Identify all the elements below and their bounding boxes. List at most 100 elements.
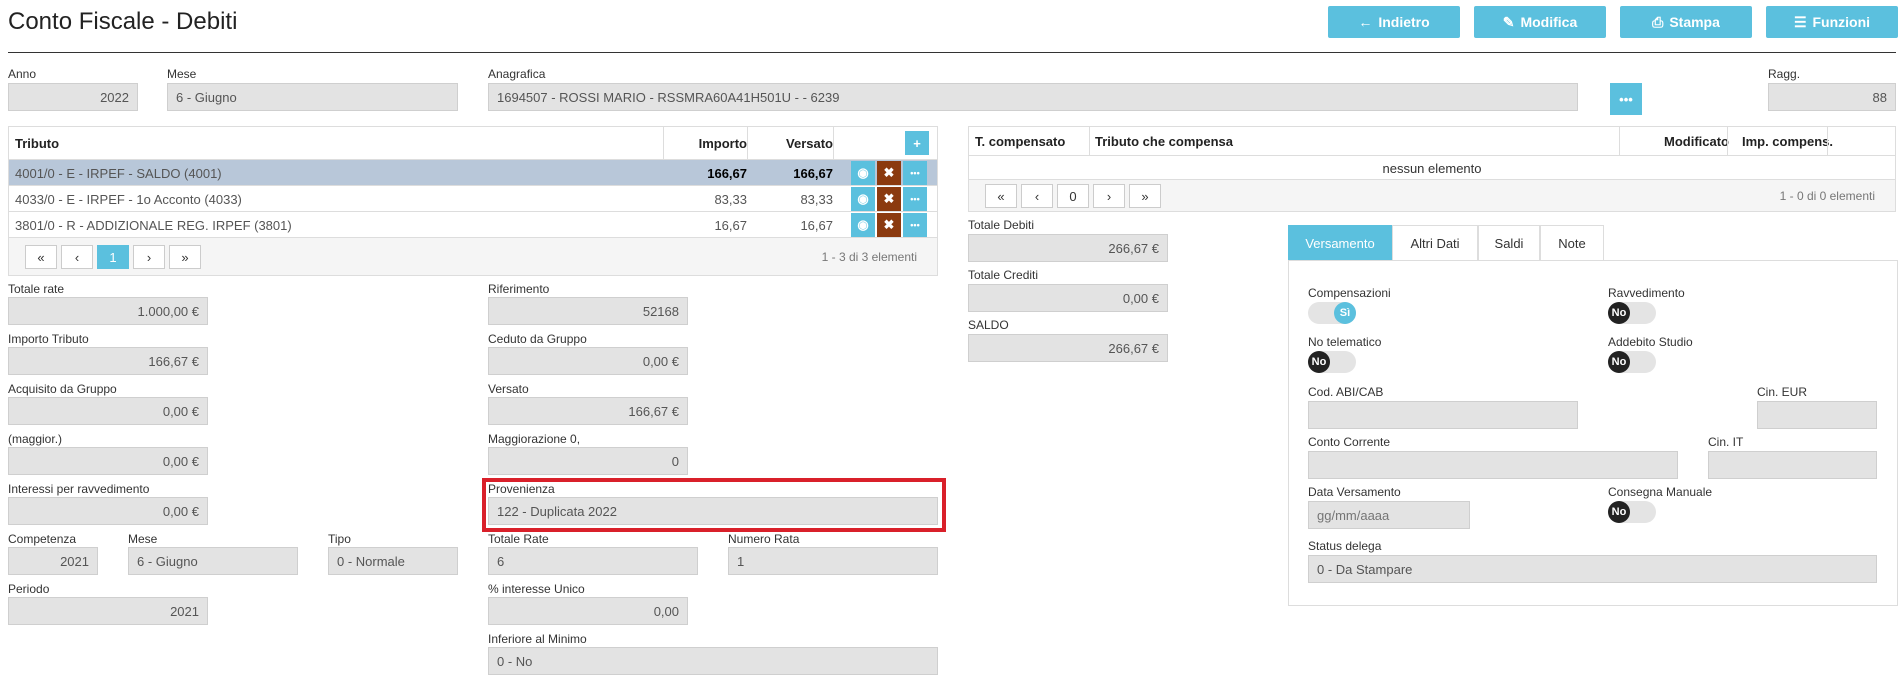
provenienza-label: Provenienza — [488, 482, 555, 496]
table-pager: « ‹ 0 › » 1 - 0 di 0 elementi — [969, 179, 1895, 211]
delete-button[interactable]: ✖ — [877, 187, 901, 211]
col-importo: Importo — [698, 135, 747, 151]
totale-debiti-label: Totale Debiti — [968, 218, 1035, 232]
close-icon: ✖ — [883, 217, 895, 232]
edit-button[interactable]: ✎ Modifica — [1474, 6, 1606, 38]
abi-label: Cod. ABI/CAB — [1308, 385, 1384, 399]
table-row[interactable]: 3801/0 - R - ADDIZIONALE REG. IRPEF (380… — [9, 211, 937, 237]
inferiore-field[interactable]: 0 - No — [488, 647, 938, 675]
cell-versato: 166,67 — [793, 165, 833, 181]
pager-last[interactable]: » — [1129, 184, 1161, 208]
pager-page[interactable]: 1 — [97, 245, 129, 269]
add-tributo-button[interactable]: + — [905, 131, 929, 155]
conto-label: Conto Corrente — [1308, 435, 1391, 449]
saldo-field[interactable]: 266,67 € — [968, 334, 1168, 362]
toggle-knob: No — [1608, 302, 1630, 324]
pager-first[interactable]: « — [985, 184, 1017, 208]
cin-it-field[interactable] — [1708, 451, 1877, 479]
functions-button[interactable]: ☰ Funzioni — [1766, 6, 1898, 38]
more-button[interactable]: ••• — [903, 213, 927, 237]
riferimento-field[interactable]: 52168 — [488, 297, 688, 325]
anagrafica-field[interactable]: 1694507 - ROSSI MARIO - RSSMRA60A41H501U… — [488, 83, 1578, 111]
status-delega-label: Status delega — [1308, 539, 1382, 553]
col-divider — [1619, 127, 1620, 155]
toggle-knob: No — [1608, 501, 1630, 523]
abi-field[interactable] — [1308, 401, 1578, 429]
compensazioni-toggle[interactable]: Sì — [1308, 302, 1356, 324]
more-button[interactable]: ••• — [903, 187, 927, 211]
pager-next[interactable]: › — [1093, 184, 1125, 208]
ravvedimento-toggle[interactable]: No — [1608, 302, 1656, 324]
conto-field[interactable] — [1308, 451, 1678, 479]
cell-versato: 83,33 — [800, 191, 833, 207]
compensazioni-label: Compensazioni — [1308, 286, 1391, 300]
delete-button[interactable]: ✖ — [877, 213, 901, 237]
toggle-knob: No — [1308, 351, 1330, 373]
tab-versamento[interactable]: Versamento — [1288, 225, 1392, 261]
table-row[interactable]: 4033/0 - E - IRPEF - 1o Acconto (4033) 8… — [9, 185, 937, 211]
numero-rata-field[interactable]: 1 — [728, 547, 938, 575]
anno-field[interactable]: 2022 — [8, 83, 138, 111]
data-versamento-input[interactable] — [1308, 501, 1470, 529]
ravvedimento-label: Ravvedimento — [1608, 286, 1685, 300]
pager-first[interactable]: « — [25, 245, 57, 269]
ragg-field[interactable]: 88 — [1768, 83, 1896, 111]
pager-page[interactable]: 0 — [1057, 184, 1089, 208]
totale-rate2-field[interactable]: 6 — [488, 547, 698, 575]
table-row[interactable]: 4001/0 - E - IRPEF - SALDO (4001) 166,67… — [9, 159, 937, 185]
anagrafica-more-button[interactable]: ••• — [1610, 83, 1642, 115]
view-button[interactable]: ◉ — [851, 187, 875, 211]
more-button[interactable]: ••• — [903, 161, 927, 185]
interesse-unico-field[interactable]: 0,00 — [488, 597, 688, 625]
provenienza-field[interactable]: 122 - Duplicata 2022 — [488, 497, 938, 525]
competenza-field[interactable]: 2021 — [8, 547, 98, 575]
eye-icon: ◉ — [857, 191, 869, 206]
view-button[interactable]: ◉ — [851, 161, 875, 185]
pager-next[interactable]: › — [133, 245, 165, 269]
pager-last[interactable]: » — [169, 245, 201, 269]
status-delega-field[interactable]: 0 - Da Stampare — [1308, 555, 1877, 583]
delete-button[interactable]: ✖ — [877, 161, 901, 185]
periodo-field[interactable]: 2021 — [8, 597, 208, 625]
consegna-toggle[interactable]: No — [1608, 501, 1656, 523]
maggior-field[interactable]: 0,00 € — [8, 447, 208, 475]
pager-prev[interactable]: ‹ — [61, 245, 93, 269]
cin-eur-field[interactable] — [1757, 401, 1877, 429]
acquisito-field[interactable]: 0,00 € — [8, 397, 208, 425]
mese2-label: Mese — [128, 532, 158, 546]
empty-row: nessun elemento — [969, 155, 1895, 179]
importo-tributo-field[interactable]: 166,67 € — [8, 347, 208, 375]
competenza-label: Competenza — [8, 532, 77, 546]
close-icon: ✖ — [883, 165, 895, 180]
totale-debiti-field[interactable]: 266,67 € — [968, 234, 1168, 262]
mese-field[interactable]: 6 - Giugno — [167, 83, 458, 111]
interessi-field[interactable]: 0,00 € — [8, 497, 208, 525]
eye-icon: ◉ — [857, 217, 869, 232]
maggiorazione-field[interactable]: 0 — [488, 447, 688, 475]
tab-note[interactable]: Note — [1540, 225, 1604, 261]
tab-saldi[interactable]: Saldi — [1478, 225, 1540, 261]
view-button[interactable]: ◉ — [851, 213, 875, 237]
maggior-label: (maggior.) — [8, 432, 63, 446]
versato-label: Versato — [488, 382, 529, 396]
ragg-label: Ragg. — [1768, 67, 1801, 81]
ceduto-field[interactable]: 0,00 € — [488, 347, 688, 375]
arrow-left-icon: ← — [1358, 14, 1373, 30]
cin-eur-label: Cin. EUR — [1757, 385, 1808, 399]
totale-rate-field[interactable]: 1.000,00 € — [8, 297, 208, 325]
no-telematico-toggle[interactable]: No — [1308, 351, 1356, 373]
back-button[interactable]: ← Indietro — [1328, 6, 1460, 38]
tipo-field[interactable]: 0 - Normale — [328, 547, 458, 575]
cell-tributo: 4033/0 - E - IRPEF - 1o Acconto (4033) — [15, 191, 242, 207]
totale-crediti-field[interactable]: 0,00 € — [968, 284, 1168, 312]
tab-altri-dati[interactable]: Altri Dati — [1392, 225, 1478, 261]
col-modificato: Modificato — [1664, 133, 1729, 149]
addebito-toggle[interactable]: No — [1608, 351, 1656, 373]
col-divider — [1727, 127, 1728, 155]
mese2-field[interactable]: 6 - Giugno — [128, 547, 298, 575]
versato-field[interactable]: 166,67 € — [488, 397, 688, 425]
pager-prev[interactable]: ‹ — [1021, 184, 1053, 208]
interessi-label: Interessi per ravvedimento — [8, 482, 150, 496]
page-title: Conto Fiscale - Debiti — [8, 8, 238, 35]
print-button[interactable]: ⎙ Stampa — [1620, 6, 1752, 38]
